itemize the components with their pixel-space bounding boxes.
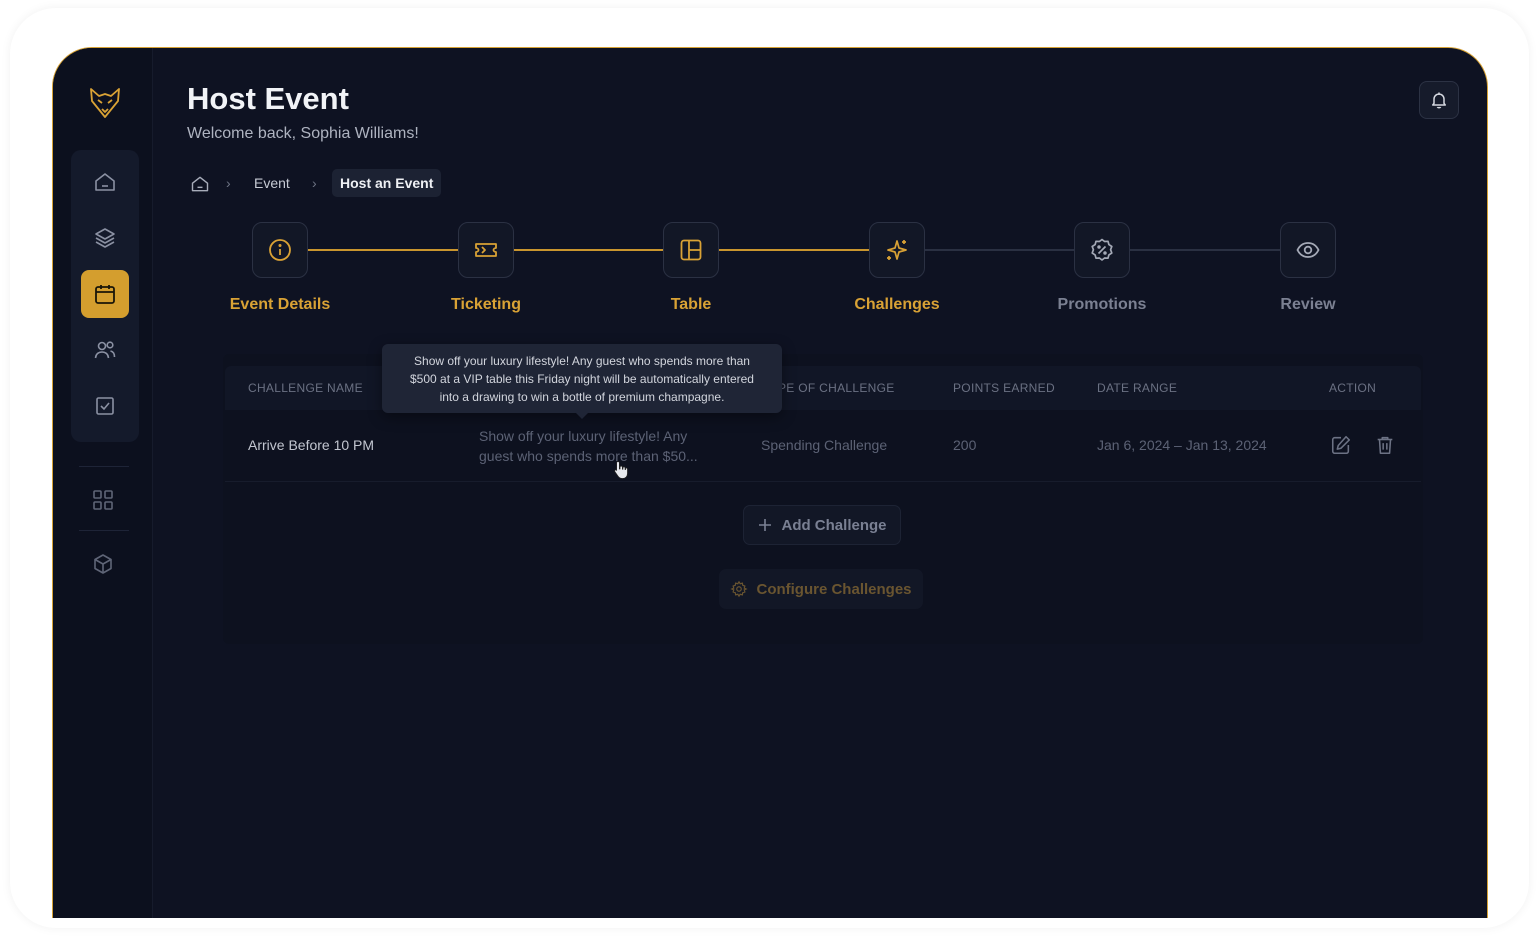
challenge-name-cell: Arrive Before 10 PM <box>248 437 375 453</box>
welcome-message: Welcome back, Sophia Williams! <box>187 125 419 142</box>
breadcrumb-event[interactable]: Event <box>254 175 290 191</box>
step-label-review: Review <box>1280 296 1336 313</box>
step-review[interactable] <box>1280 222 1336 278</box>
sidebar-nav <box>71 150 139 442</box>
step-connector <box>514 249 664 251</box>
step-label-ticketing: Ticketing <box>451 296 521 313</box>
step-connector <box>1130 249 1281 251</box>
sidebar-item-layers[interactable] <box>81 214 129 262</box>
column-header-points: POINTS EARNED <box>953 381 1055 395</box>
step-label-event-details: Event Details <box>229 296 331 313</box>
date-range-cell: Jan 6, 2024 – Jan 13, 2024 <box>1097 437 1267 453</box>
calendar-icon <box>95 285 115 304</box>
column-header-action: ACTION <box>1329 381 1377 395</box>
gear-icon <box>730 580 749 598</box>
trash-icon[interactable] <box>1374 434 1396 456</box>
description-line: Show off your luxury lifestyle! Any <box>479 428 688 444</box>
sidebar-divider <box>79 530 129 531</box>
configure-challenges-label: Configure Challenges <box>756 580 912 598</box>
step-challenges[interactable] <box>869 222 925 278</box>
step-event-details[interactable] <box>252 222 308 278</box>
sidebar-item-events[interactable] <box>81 270 129 318</box>
add-challenge-label: Add Challenge <box>781 516 887 534</box>
app-window: Host Event Welcome back, Sophia Williams… <box>52 47 1488 918</box>
page-title: Host Event <box>187 81 349 116</box>
sidebar-divider <box>79 466 129 467</box>
step-label-challenges: Challenges <box>854 296 940 313</box>
column-header-challenge-name: CHALLENGE NAME <box>248 381 363 395</box>
step-connector <box>719 249 870 251</box>
description-tooltip: Show off your luxury lifestyle! Any gues… <box>382 344 782 413</box>
layers-icon <box>95 228 115 248</box>
discount-badge-icon <box>1091 238 1113 261</box>
column-header-type: PE OF CHALLENGE <box>778 381 895 395</box>
cube-icon[interactable] <box>91 552 115 576</box>
ticket-icon <box>475 243 497 257</box>
points-earned-cell: 200 <box>953 437 977 453</box>
tooltip-line: Show off your luxury lifestyle! Any gues… <box>414 354 750 368</box>
sidebar <box>53 48 153 918</box>
tooltip-line: $500 at a VIP table this Friday night wi… <box>410 372 754 386</box>
challenge-description-cell[interactable]: Show off your luxury lifestyle! Any gues… <box>479 426 719 466</box>
hand-cursor-icon <box>614 461 628 479</box>
step-promotions[interactable] <box>1074 222 1130 278</box>
step-ticketing[interactable] <box>458 222 514 278</box>
users-icon <box>94 341 116 359</box>
edit-icon[interactable] <box>1330 434 1352 456</box>
eye-icon <box>1296 242 1320 258</box>
sidebar-item-tasks[interactable] <box>81 382 129 430</box>
tooltip-arrow <box>575 412 589 419</box>
breadcrumb-separator: › <box>226 175 231 191</box>
table-row-divider <box>225 481 1421 482</box>
configure-challenges-button[interactable]: Configure Challenges <box>719 569 923 609</box>
sparkles-icon <box>887 240 907 260</box>
sidebar-item-users[interactable] <box>81 326 129 374</box>
description-line: guest who spends more than $50... <box>479 448 698 464</box>
notifications-button[interactable] <box>1419 81 1459 119</box>
checklist-icon <box>96 397 114 415</box>
fox-logo-icon <box>90 88 120 118</box>
challenge-type-cell: Spending Challenge <box>761 437 888 453</box>
grid-icon[interactable] <box>91 488 115 512</box>
breadcrumb-separator: › <box>312 175 317 191</box>
plus-icon <box>759 519 772 531</box>
table-layout-icon <box>680 239 702 261</box>
step-connector <box>925 249 1075 251</box>
breadcrumb-home-icon[interactable] <box>190 174 210 194</box>
step-connector <box>308 249 459 251</box>
column-header-date-range: DATE RANGE <box>1097 381 1178 395</box>
step-label-promotions: Promotions <box>1057 296 1147 313</box>
info-icon <box>269 239 291 261</box>
tooltip-line: into a drawing to win a bottle of premiu… <box>439 390 725 404</box>
bell-icon <box>1432 92 1446 109</box>
step-table[interactable] <box>663 222 719 278</box>
step-label-table: Table <box>670 296 712 313</box>
add-challenge-button[interactable]: Add Challenge <box>743 505 901 545</box>
sidebar-item-home[interactable] <box>81 158 129 206</box>
home-icon <box>95 173 115 191</box>
breadcrumb-current: Host an Event <box>332 169 442 197</box>
